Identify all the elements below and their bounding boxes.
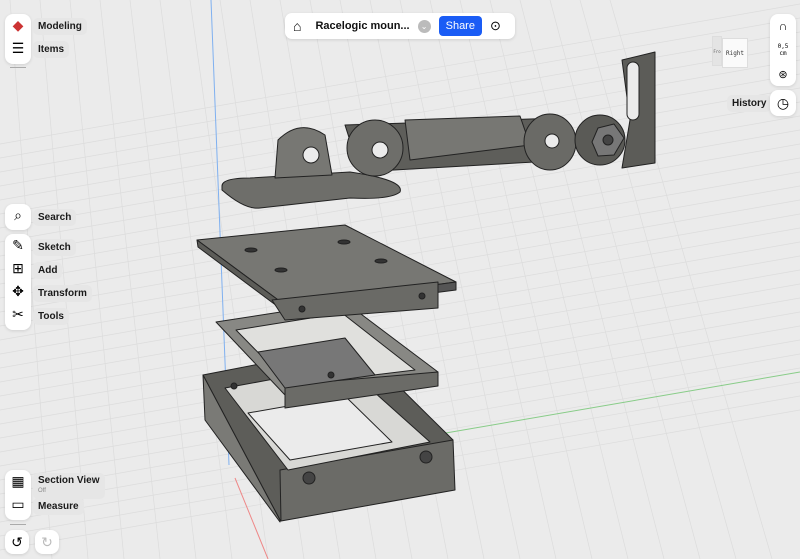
undo-button[interactable]: ↺ xyxy=(5,530,29,554)
layers-icon[interactable]: ☰ xyxy=(5,37,31,60)
search-panel: ⌕ xyxy=(5,204,31,230)
view-cube-side-face: Fro xyxy=(713,48,721,54)
grid-line xyxy=(489,0,629,559)
bottom-left-toolbar: ▦ ▭ xyxy=(5,470,31,520)
view-cube[interactable]: Right xyxy=(722,38,748,68)
add-label[interactable]: Add xyxy=(33,262,63,279)
y-axis xyxy=(439,371,800,435)
model xyxy=(196,51,656,523)
share-button[interactable]: Share xyxy=(438,16,482,36)
redo-icon: ↻ xyxy=(41,533,53,550)
top-left-toolbar: ◆ ☰ xyxy=(5,14,31,64)
magnet-snap-icon[interactable]: ∩ xyxy=(779,19,788,33)
redo-button[interactable]: ↻ xyxy=(35,530,59,554)
3d-viewport[interactable] xyxy=(0,0,800,559)
chevron-down-icon[interactable]: ⌄ xyxy=(417,19,431,33)
section-view-text: Section View xyxy=(38,475,100,486)
measure-label[interactable]: Measure xyxy=(33,498,84,515)
search-icon[interactable]: ⌕ xyxy=(5,204,31,227)
divider xyxy=(10,524,26,525)
history-button[interactable]: ◷ xyxy=(770,90,796,116)
tools-icon[interactable]: ✂ xyxy=(5,303,31,326)
sketch-icon[interactable]: ✎ xyxy=(5,234,31,257)
document-title[interactable]: Racelogic moun... xyxy=(315,20,409,32)
transform-icon[interactable]: ✥ xyxy=(5,280,31,303)
divider xyxy=(10,67,26,68)
right-toolbar: ∩ 0,5 cm ⊛ xyxy=(770,14,796,86)
view-gizmo-icon[interactable]: ⊛ xyxy=(778,68,787,81)
section-view-label[interactable]: Section View Off xyxy=(33,473,105,499)
items-label[interactable]: Items xyxy=(33,41,70,58)
undo-icon: ↺ xyxy=(11,533,23,550)
view-cube-side[interactable]: Fro xyxy=(712,36,722,66)
grid-size-value[interactable]: 0,5 cm xyxy=(778,43,789,57)
grid-line xyxy=(159,0,233,559)
modeling-label[interactable]: Modeling xyxy=(33,18,87,35)
section-view-icon[interactable]: ▦ xyxy=(5,470,31,493)
history-label[interactable]: History xyxy=(727,95,772,112)
measure-icon[interactable]: ▭ xyxy=(5,493,31,516)
sketch-label[interactable]: Sketch xyxy=(33,239,76,256)
transform-label[interactable]: Transform xyxy=(33,285,92,302)
tools-toolbar: ✎ ⊞ ✥ ✂ xyxy=(5,234,31,330)
modeling-cube-icon[interactable]: ◆ xyxy=(5,14,31,37)
add-icon[interactable]: ⊞ xyxy=(5,257,31,280)
document-bar: ⌂ Racelogic moun... ⌄ Share ⊙ xyxy=(285,13,515,39)
home-icon[interactable]: ⌂ xyxy=(293,18,301,34)
grid-line xyxy=(579,0,737,559)
search-label[interactable]: Search xyxy=(33,209,77,226)
section-view-state: Off xyxy=(38,488,46,494)
view-cube-face: Right xyxy=(725,49,745,57)
history-clock-icon: ◷ xyxy=(776,94,790,111)
more-icon[interactable]: ⊙ xyxy=(490,18,501,34)
tools-label[interactable]: Tools xyxy=(33,308,69,325)
